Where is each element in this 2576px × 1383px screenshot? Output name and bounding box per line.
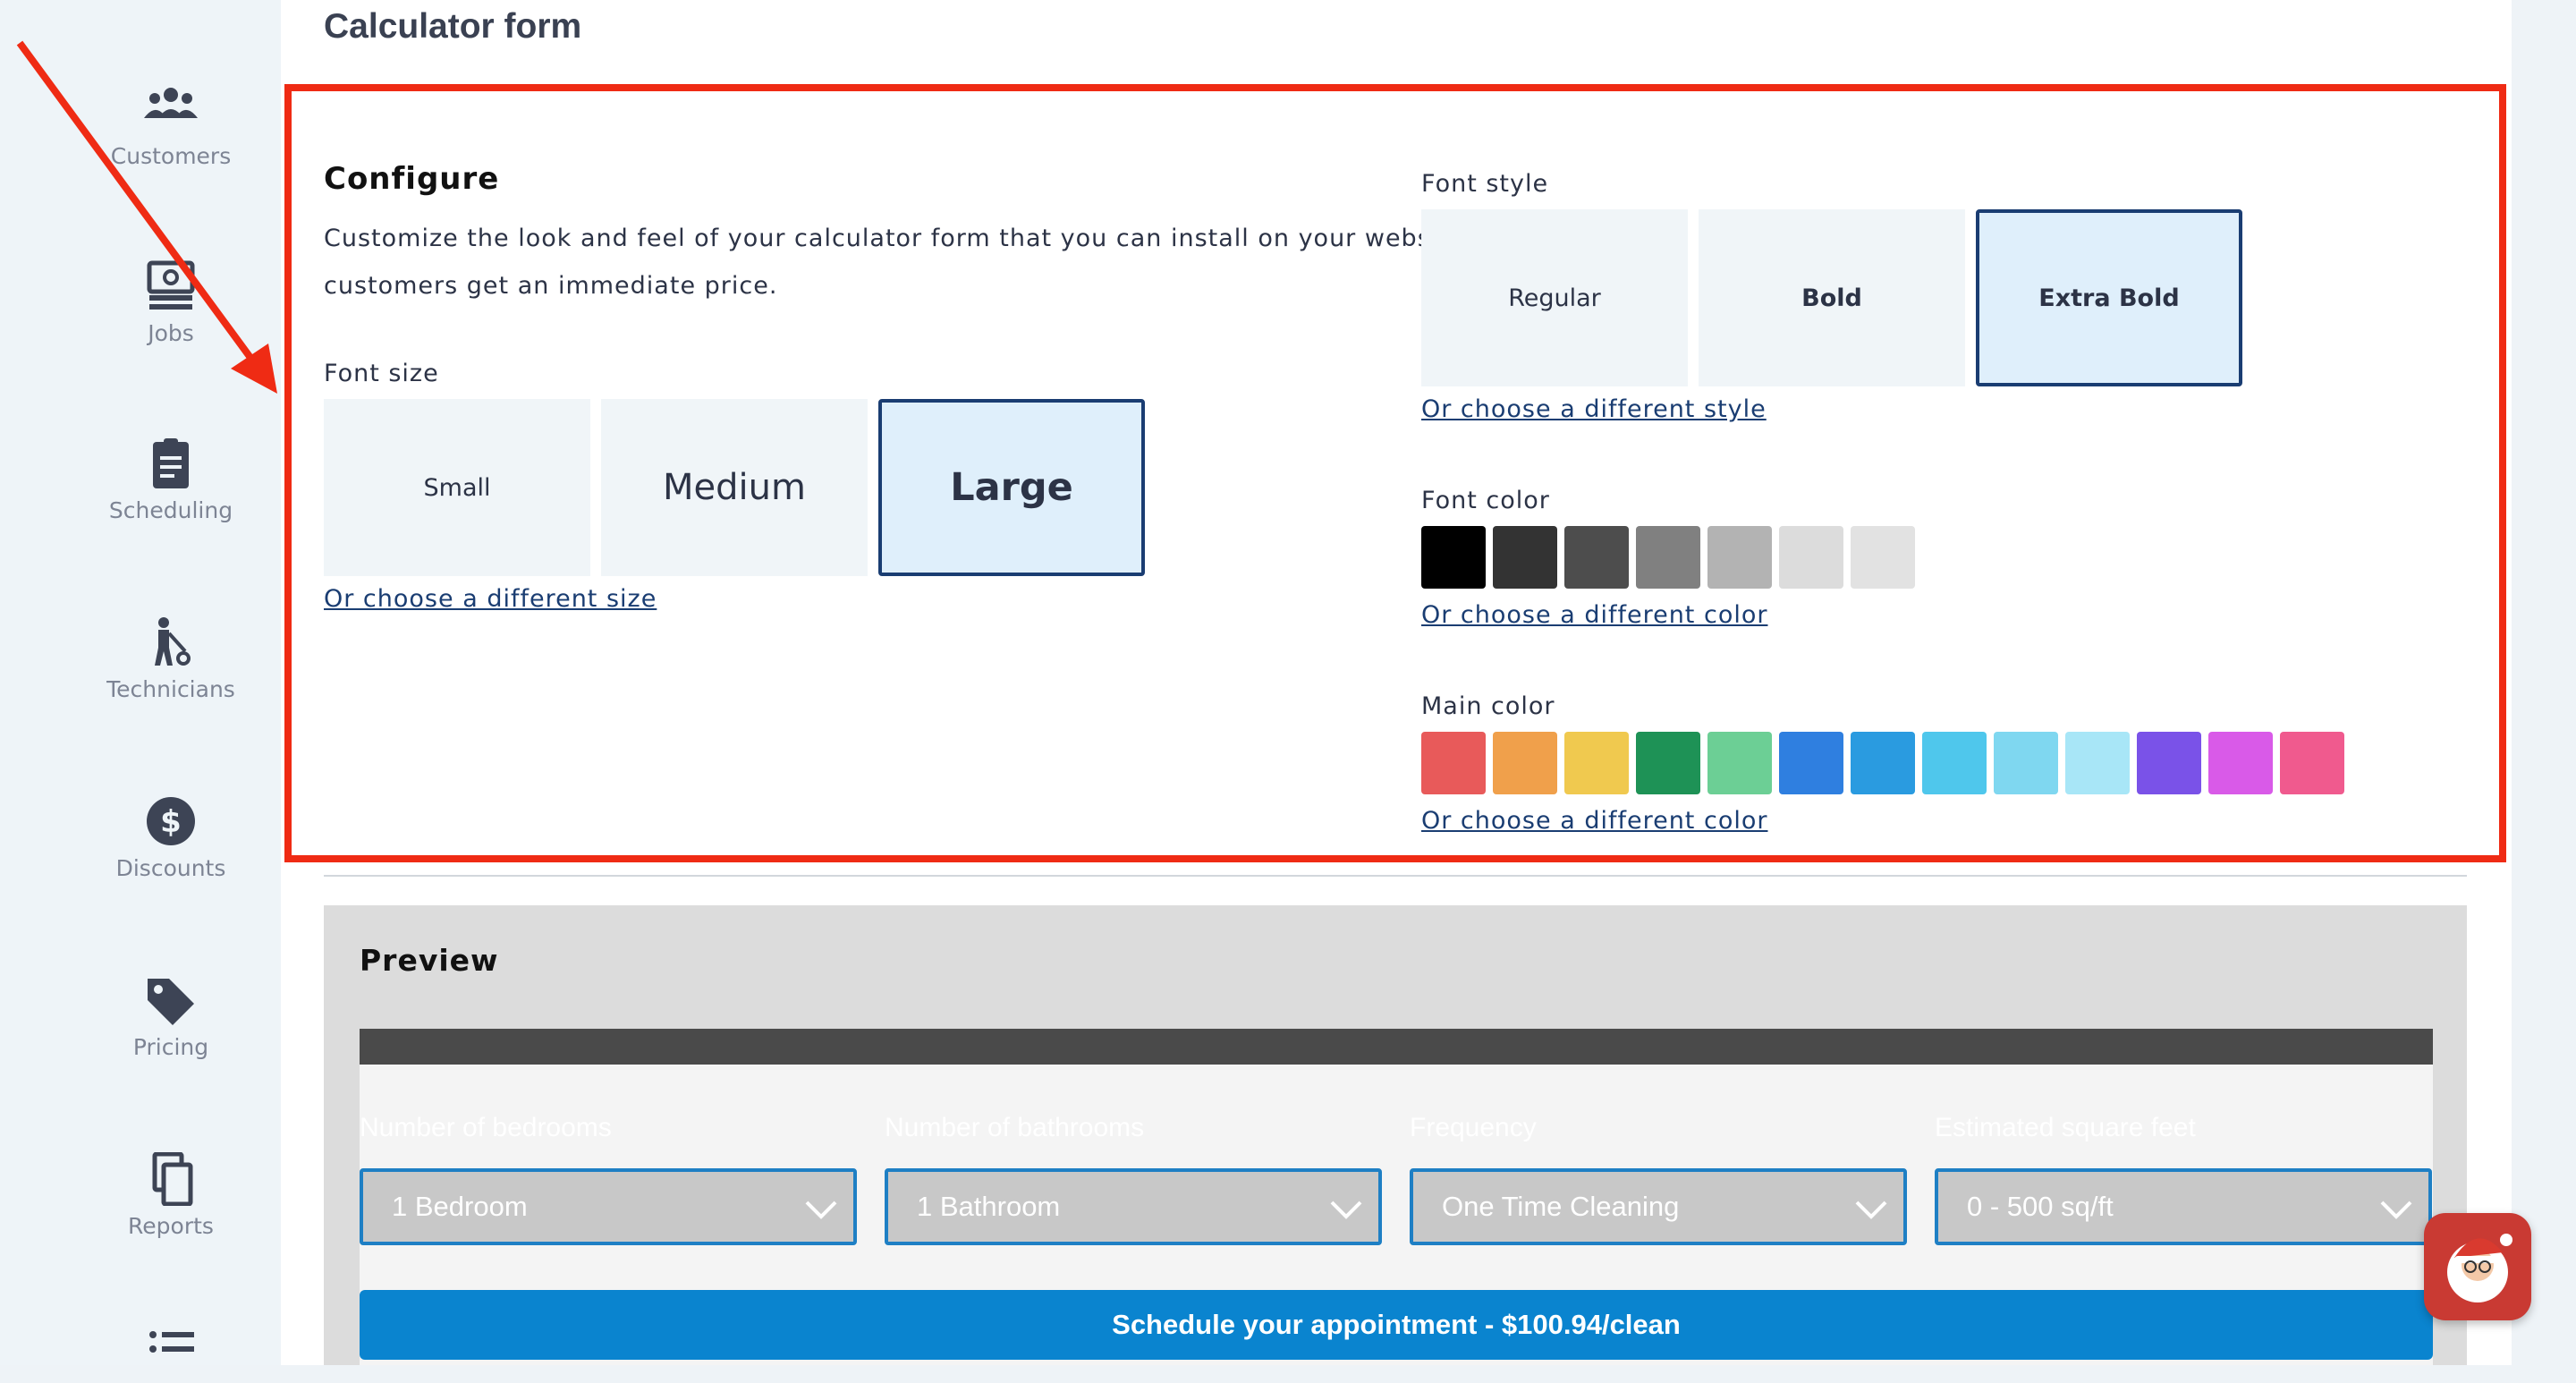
bathrooms-select[interactable]: 1 Bathroom <box>885 1168 1382 1245</box>
font-size-medium[interactable]: Medium <box>601 399 868 576</box>
page-title: Calculator form <box>324 7 582 46</box>
configure-title: Configure <box>324 161 500 197</box>
chevron-down-icon <box>2380 1201 2412 1219</box>
sidebar-item-label: Discounts <box>115 855 226 881</box>
font-size-label: Font size <box>324 360 439 387</box>
main-color-swatch[interactable] <box>1421 732 1486 794</box>
font-size-large[interactable]: Large <box>878 399 1145 576</box>
main-color-swatch[interactable] <box>2065 732 2130 794</box>
frequency-select[interactable]: One Time Cleaning <box>1410 1168 1907 1245</box>
bedrooms-label: Number of bedrooms <box>360 1113 612 1142</box>
preview-header-bar <box>360 1029 2433 1065</box>
clipboard-icon <box>142 437 199 490</box>
font-color-swatch[interactable] <box>1564 526 1629 589</box>
main-color-swatch[interactable] <box>2280 732 2344 794</box>
main-color-swatch[interactable] <box>1636 732 1700 794</box>
copy-icon <box>142 1151 199 1207</box>
bathrooms-value: 1 Bathroom <box>917 1191 1061 1222</box>
main-panel: Calculator form Configure Customize the … <box>281 0 2512 1365</box>
divider <box>324 875 2467 877</box>
font-style-options: Regular Bold Extra Bold <box>1421 209 2242 386</box>
tag-icon <box>142 973 199 1027</box>
bedrooms-value: 1 Bedroom <box>392 1191 528 1222</box>
square-feet-value: 0 - 500 sq/ft <box>1967 1191 2114 1222</box>
main-color-swatch[interactable] <box>1564 732 1629 794</box>
font-color-swatch[interactable] <box>1851 526 1915 589</box>
choose-size-link[interactable]: Or choose a different size <box>324 585 657 613</box>
santa-avatar-icon <box>2447 1234 2512 1302</box>
main-color-swatch[interactable] <box>1994 732 2058 794</box>
bedrooms-select[interactable]: 1 Bedroom <box>360 1168 857 1245</box>
frequency-value: One Time Cleaning <box>1442 1191 1680 1222</box>
main-color-swatch[interactable] <box>1922 732 1987 794</box>
preview-form: Number of bedrooms Number of bathrooms F… <box>360 1065 2433 1365</box>
chevron-down-icon <box>1855 1201 1887 1219</box>
font-size-options: Small Medium Large <box>324 399 1145 576</box>
schedule-button[interactable]: Schedule your appointment - $100.94/clea… <box>360 1290 2433 1360</box>
font-style-bold[interactable]: Bold <box>1699 209 1965 386</box>
sidebar-item-label: Scheduling <box>108 497 233 523</box>
list-icon <box>142 1322 199 1376</box>
font-size-small[interactable]: Small <box>324 399 590 576</box>
bathrooms-label: Number of bathrooms <box>885 1113 1145 1142</box>
preview-title: Preview <box>360 943 499 978</box>
font-color-swatch[interactable] <box>1779 526 1843 589</box>
font-color-label: Font color <box>1421 487 1550 514</box>
dollar-icon: $ <box>142 794 199 848</box>
square-feet-select[interactable]: 0 - 500 sq/ft <box>1935 1168 2432 1245</box>
sidebar-item-label: Technicians <box>106 676 235 702</box>
main-color-label: Main color <box>1421 692 1555 720</box>
main-color-swatch[interactable] <box>1493 732 1557 794</box>
square-feet-label: Estimated square feet <box>1935 1113 2196 1142</box>
main-color-swatch[interactable] <box>2208 732 2273 794</box>
main-color-swatch[interactable] <box>1707 732 1772 794</box>
main-color-swatch[interactable] <box>1851 732 1915 794</box>
arrow-annotation-icon <box>16 40 277 394</box>
font-style-extra-bold[interactable]: Extra Bold <box>1976 209 2242 386</box>
chevron-down-icon <box>805 1201 837 1219</box>
main-color-swatch[interactable] <box>1779 732 1843 794</box>
font-color-swatch[interactable] <box>1493 526 1557 589</box>
technician-icon <box>142 615 199 669</box>
main-color-swatches <box>1421 732 2344 794</box>
svg-text:$: $ <box>160 804 182 840</box>
font-color-swatches <box>1421 526 1915 589</box>
font-style-label: Font style <box>1421 170 1549 198</box>
right-edge <box>2512 0 2576 1365</box>
choose-font-color-link[interactable]: Or choose a different color <box>1421 601 1767 629</box>
preview-panel: Preview Number of bedrooms Number of bat… <box>324 905 2467 1365</box>
chat-widget[interactable] <box>2424 1213 2531 1320</box>
main-color-swatch[interactable] <box>2137 732 2201 794</box>
choose-main-color-link[interactable]: Or choose a different color <box>1421 807 1767 835</box>
choose-style-link[interactable]: Or choose a different style <box>1421 395 1767 423</box>
chevron-down-icon <box>1330 1201 1362 1219</box>
font-color-swatch[interactable] <box>1636 526 1700 589</box>
font-style-regular[interactable]: Regular <box>1421 209 1688 386</box>
font-color-swatch[interactable] <box>1421 526 1486 589</box>
sidebar-item-label: Reports <box>128 1213 214 1239</box>
sidebar-item-label: Pricing <box>132 1034 209 1060</box>
frequency-label: Frequency <box>1410 1113 1537 1142</box>
font-color-swatch[interactable] <box>1707 526 1772 589</box>
